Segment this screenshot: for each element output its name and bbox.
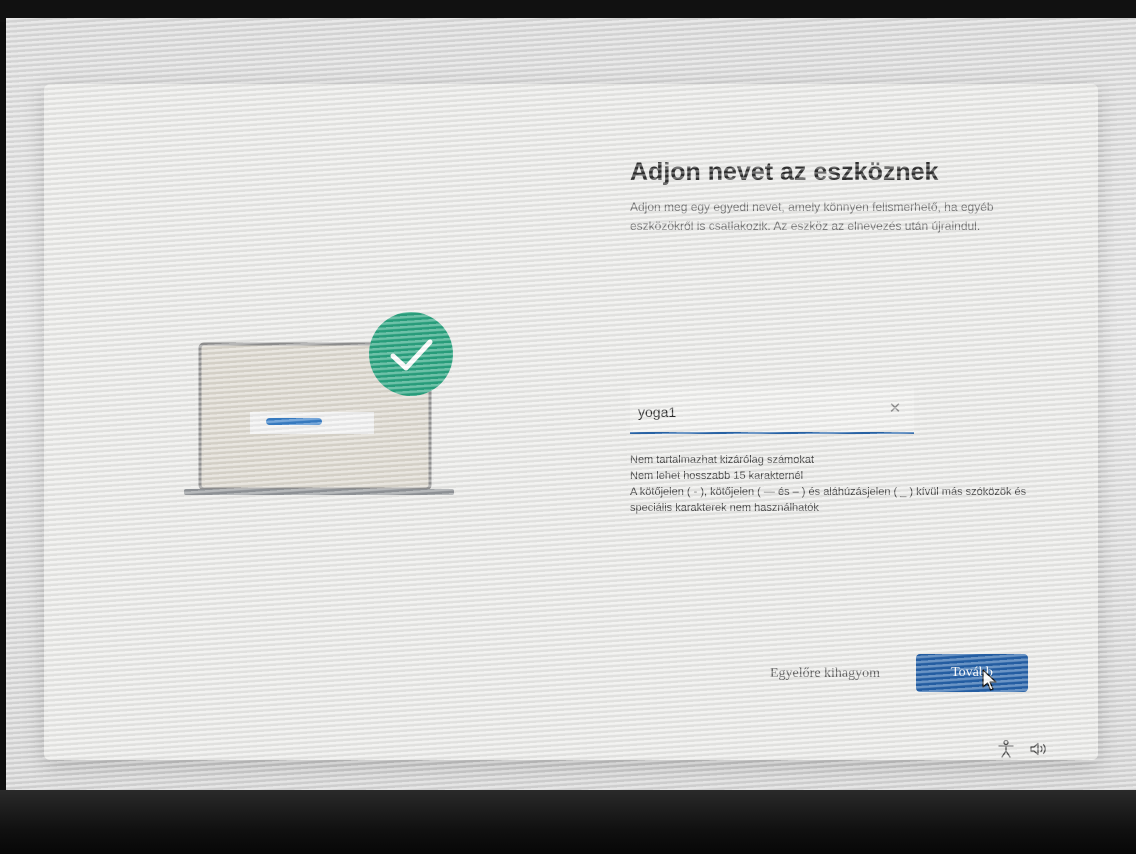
checkmark-badge-icon xyxy=(369,312,453,396)
laptop-base-shape xyxy=(184,489,454,495)
accessibility-icon[interactable] xyxy=(998,740,1014,758)
page-description: Adjon meg egy egyedi nevet, amely könnye… xyxy=(630,200,994,233)
page-title: Adjon nevet az eszköznek xyxy=(630,158,939,186)
rule-item: Nem tartalmazhat kizárólag számokat xyxy=(630,454,815,466)
mouse-pointer-icon xyxy=(982,669,997,691)
rule-item: Nem lehet hosszabb 15 karakternél xyxy=(630,470,804,482)
screen: Adjon nevet az eszköznek Adjon meg egy e… xyxy=(6,18,1136,790)
name-rules: Nem tartalmazhat kizárólag számokat Nem … xyxy=(630,452,1030,516)
next-button[interactable]: Tovább xyxy=(916,654,1028,692)
device-name-input[interactable] xyxy=(636,400,870,424)
close-icon[interactable]: ✕ xyxy=(886,400,904,418)
laptop-cursor-bar xyxy=(266,418,322,425)
volume-icon[interactable] xyxy=(1030,742,1050,756)
rule-item: A kötőjelen ( - ), kötőjelen ( — és – ) … xyxy=(630,486,1027,514)
oobe-dialog: Adjon nevet az eszköznek Adjon meg egy e… xyxy=(44,84,1098,760)
skip-button[interactable]: Egyelőre kihagyom xyxy=(770,666,880,682)
laptop-checkmark-illustration xyxy=(184,312,454,495)
monitor-bottom-bezel xyxy=(0,790,1136,854)
device-name-field[interactable]: ✕ xyxy=(630,388,914,434)
